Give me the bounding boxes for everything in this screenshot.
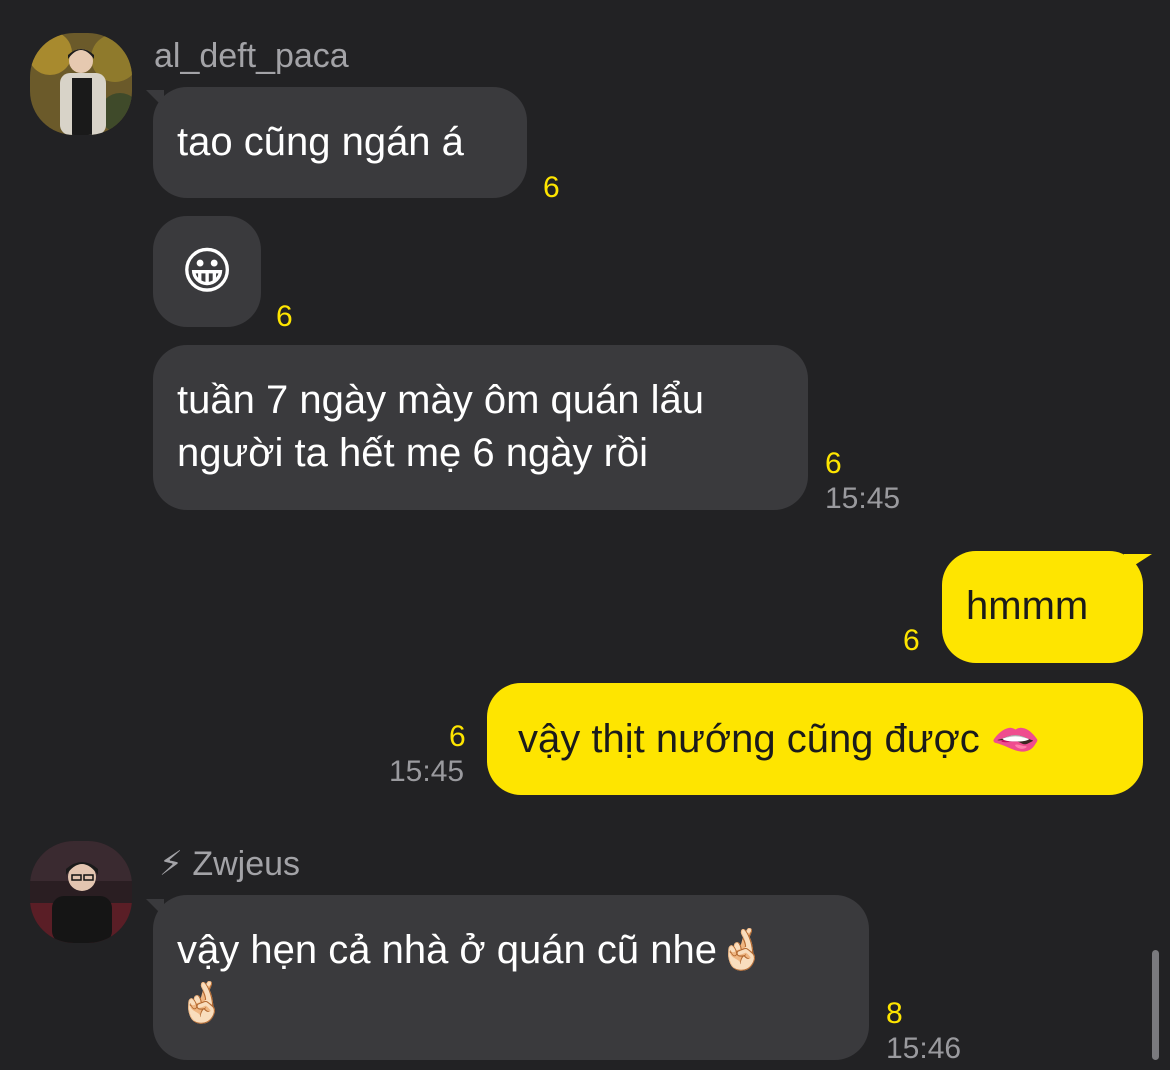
message-text: hmmm bbox=[966, 584, 1089, 628]
unread-count: 6 bbox=[903, 624, 920, 657]
avatar-al-deft-paca[interactable] bbox=[30, 33, 132, 135]
message-timestamp: 15:45 bbox=[825, 482, 901, 515]
message-line: người ta hết mẹ 6 ngày rồi bbox=[177, 431, 649, 475]
scrollbar[interactable] bbox=[1152, 950, 1159, 1060]
avatar-photo bbox=[30, 841, 132, 943]
message-bubble[interactable]: tuần 7 ngày mày ôm quán lẩu người ta hết… bbox=[153, 345, 808, 510]
unread-count: 6 bbox=[449, 720, 466, 753]
sent-message-bubble[interactable]: vậy thịt nướng cũng được 🫦 bbox=[487, 683, 1143, 795]
unread-count: 6 bbox=[825, 447, 842, 480]
message-text: vậy thịt nướng cũng được 🫦 bbox=[518, 717, 1041, 761]
sender-name: al_deft_paca bbox=[154, 37, 349, 75]
chat-screen: al_deft_paca tao cũng ngán á 6 😀 6 tuần … bbox=[0, 0, 1170, 1070]
message-line: vậy hẹn cả nhà ở quán cũ nhe🤞🏻 bbox=[177, 928, 767, 972]
grinning-face-emoji: 😀 bbox=[180, 243, 234, 299]
avatar-photo bbox=[30, 33, 132, 135]
emoji-bubble[interactable]: 😀 bbox=[153, 216, 261, 327]
message-timestamp: 15:45 bbox=[389, 755, 465, 788]
unread-count: 6 bbox=[543, 171, 560, 204]
unread-count: 6 bbox=[276, 300, 293, 333]
unread-count: 8 bbox=[886, 997, 903, 1030]
message-timestamp: 15:46 bbox=[886, 1032, 962, 1065]
message-text: tao cũng ngán á bbox=[177, 120, 464, 164]
message-bubble[interactable]: tao cũng ngán á bbox=[153, 87, 527, 198]
message-line: tuần 7 ngày mày ôm quán lẩu bbox=[177, 378, 705, 422]
message-bubble[interactable]: vậy hẹn cả nhà ở quán cũ nhe🤞🏻 🤞🏻 bbox=[153, 895, 869, 1060]
avatar-zwjeus[interactable] bbox=[30, 841, 132, 943]
message-line: 🤞🏻 bbox=[177, 981, 227, 1025]
sender-name: ⚡ Zwjeus bbox=[159, 845, 301, 883]
sent-message-bubble[interactable]: hmmm bbox=[942, 551, 1143, 663]
